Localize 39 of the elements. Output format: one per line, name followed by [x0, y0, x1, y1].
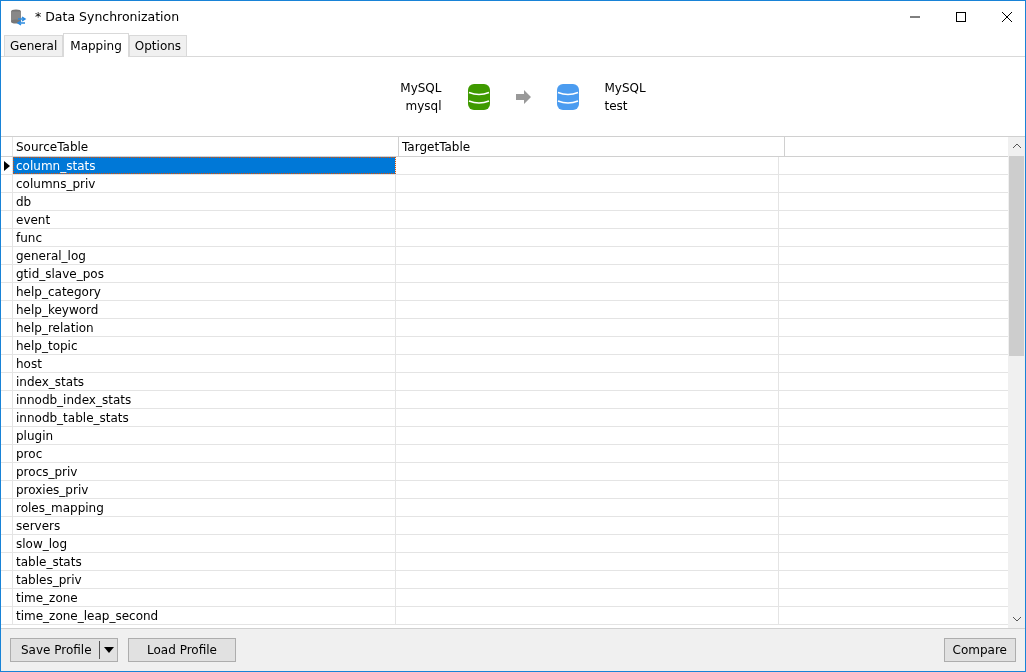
table-cell[interactable]: roles_mapping [13, 499, 396, 516]
table-cell[interactable]: event [13, 211, 396, 228]
table-cell[interactable]: slow_log [13, 535, 396, 552]
table-cell[interactable]: tables_priv [13, 571, 396, 588]
table-cell[interactable]: innodb_table_stats [13, 409, 396, 426]
table-cell[interactable]: help_topic [13, 337, 396, 354]
column-header[interactable]: TargetTable [399, 137, 785, 156]
tab[interactable]: Mapping [63, 33, 129, 57]
target-database: test [604, 98, 628, 113]
table-cell[interactable]: time_zone_leap_second [13, 607, 396, 624]
tab[interactable]: Options [128, 35, 188, 56]
load-profile-button[interactable]: Load Profile [128, 638, 236, 662]
table-cell[interactable]: proc [13, 445, 396, 462]
table-cell[interactable]: table_stats [13, 553, 396, 570]
table-cell[interactable]: proxies_priv [13, 481, 396, 498]
table-cell[interactable]: columns_priv [13, 175, 396, 192]
compare-button[interactable]: Compare [943, 638, 1016, 662]
source-type: MySQL [400, 80, 442, 95]
table-cell[interactable]: db [13, 193, 396, 210]
tab[interactable]: General [4, 35, 64, 56]
table-cell[interactable]: general_log [13, 247, 396, 264]
table-cell[interactable]: plugin [13, 427, 396, 444]
table-cell[interactable]: column_stats [13, 157, 396, 174]
save-profile-button[interactable]: Save Profile [10, 638, 118, 662]
table-cell[interactable]: help_relation [13, 319, 396, 336]
table-cell[interactable]: host [13, 355, 396, 372]
table-cell[interactable]: time_zone [13, 589, 396, 606]
table-cell[interactable]: help_keyword [13, 301, 396, 318]
table-cell[interactable]: help_category [13, 283, 396, 300]
table-cell[interactable]: servers [13, 517, 396, 534]
table-cell[interactable]: func [13, 229, 396, 246]
table-cell[interactable]: index_stats [13, 373, 396, 390]
column-header[interactable]: SourceTable [13, 137, 399, 156]
target-type: MySQL [604, 80, 646, 95]
window-title: * Data Synchronization [35, 9, 180, 24]
table-cell[interactable]: innodb_index_stats [13, 391, 396, 408]
table-cell[interactable]: gtid_slave_pos [13, 265, 396, 282]
source-database: mysql [405, 98, 442, 113]
table-cell[interactable]: procs_priv [13, 463, 396, 480]
